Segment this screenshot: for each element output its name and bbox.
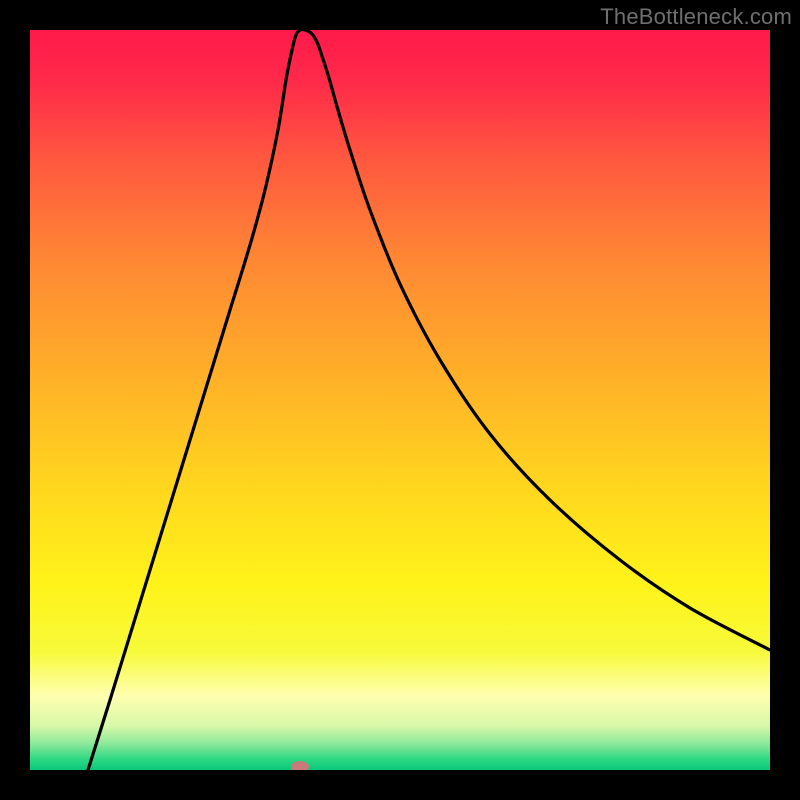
chart-svg: [30, 30, 770, 770]
watermark-text: TheBottleneck.com: [600, 4, 792, 30]
gradient-background: [30, 30, 770, 770]
plot-area: [30, 30, 770, 770]
chart-frame: TheBottleneck.com: [0, 0, 800, 800]
